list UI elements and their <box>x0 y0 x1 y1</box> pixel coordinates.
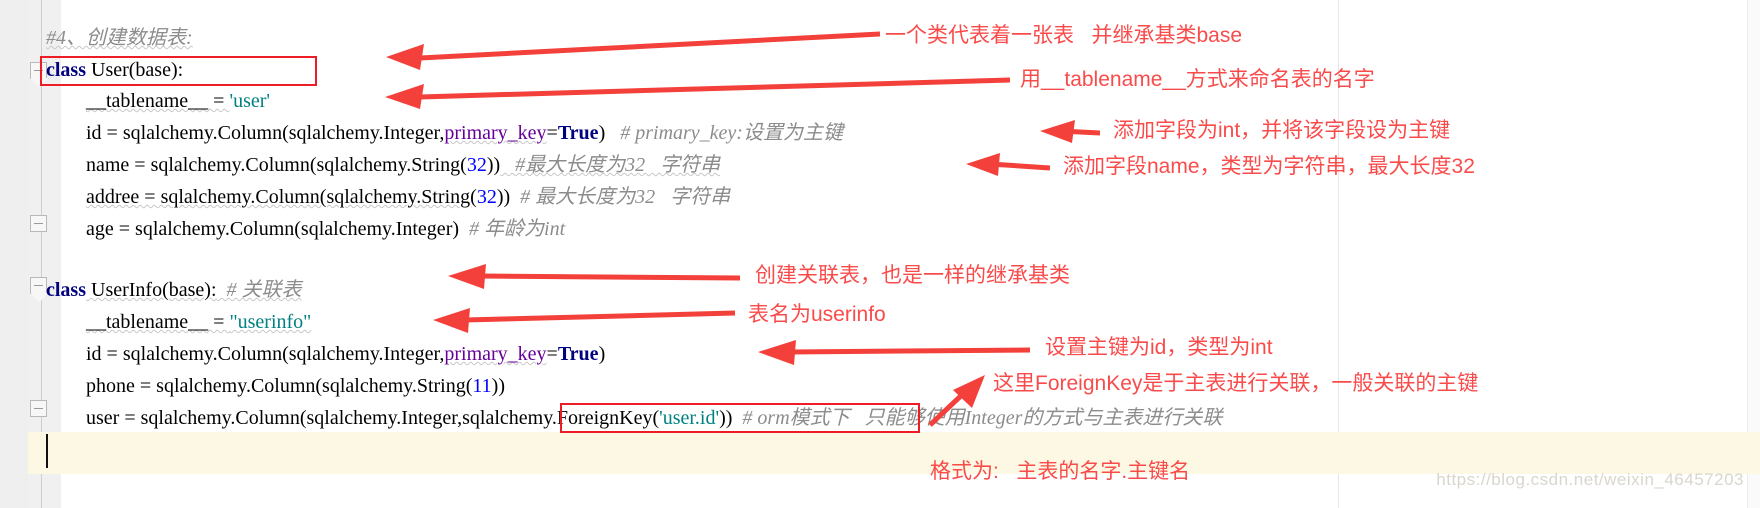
foreignkey-call: sqlalchemy.ForeignKey( <box>462 407 660 429</box>
id-column-call: id = sqlalchemy.Column(sqlalchemy.Intege… <box>86 343 445 365</box>
equals-sign: = <box>546 343 558 365</box>
comment-token: #4、创建数据表: <box>46 27 193 49</box>
age-column-call: age = sqlalchemy.Column(sqlalchemy.Integ… <box>86 218 460 240</box>
annotation-foreignkey: 这里ForeignKey是于主表进行关联，一般关联的主键 <box>993 372 1479 395</box>
annotation-pk-id-int: 设置主键为id，类型为int <box>1045 336 1273 359</box>
code-line-user-addree[interactable]: addree = sqlalchemy.Column(sqlalchemy.St… <box>86 187 730 207</box>
name-column-call: name = sqlalchemy.Column(sqlalchemy.Stri… <box>86 154 467 176</box>
string-userinfo: "userinfo" <box>229 311 312 333</box>
code-line-user-name[interactable]: name = sqlalchemy.Column(sqlalchemy.Stri… <box>86 155 720 175</box>
addree-column-call: addree = sqlalchemy.Column(sqlalchemy.St… <box>86 186 477 208</box>
class-userinfo-signature: UserInfo(base): <box>86 279 217 301</box>
annotation-tablename: 用__tablename__方式来命名表的名字 <box>1020 68 1375 91</box>
string-user: 'user' <box>229 90 270 112</box>
current-line-highlight <box>28 432 1760 474</box>
comment-token: # 关联表 <box>216 279 302 301</box>
fold-marker-class-user[interactable] <box>30 62 47 79</box>
comment-token: # 最大长度为32 字符串 <box>510 186 731 208</box>
bool-true: True <box>557 122 599 144</box>
fold-marker-user-end[interactable] <box>30 215 47 232</box>
editor-gutter <box>0 0 29 508</box>
annotation-id-int-pk: 添加字段为int，并将该字段设为主键 <box>1113 119 1451 142</box>
close-paren: ) <box>598 343 606 365</box>
code-line-user-tablename[interactable]: __tablename__ = 'user' <box>86 91 270 111</box>
phone-column-call: phone = sqlalchemy.Column(sqlalchemy.Str… <box>86 375 473 397</box>
code-line-header-comment[interactable]: #4、创建数据表: <box>46 28 193 48</box>
close-parens: )) <box>719 407 733 429</box>
code-line-user-age[interactable]: age = sqlalchemy.Column(sqlalchemy.Integ… <box>86 219 565 239</box>
code-editor[interactable]: #4、创建数据表: class User(base): __tablename_… <box>0 0 1760 508</box>
text-caret <box>46 434 48 468</box>
code-line-userinfo-id[interactable]: id = sqlalchemy.Column(sqlalchemy.Intege… <box>86 344 605 364</box>
tablename-assign: __tablename__ = <box>86 311 230 333</box>
id-column-call: id = sqlalchemy.Column(sqlalchemy.Intege… <box>86 122 445 144</box>
code-line-userinfo-phone[interactable]: phone = sqlalchemy.Column(sqlalchemy.Str… <box>86 376 505 396</box>
named-arg-primary-key: primary_key <box>444 343 547 365</box>
class-user-signature: User(base): <box>86 59 184 81</box>
named-arg-primary-key: primary_key <box>444 122 547 144</box>
code-line-user-id[interactable]: id = sqlalchemy.Column(sqlalchemy.Intege… <box>86 123 843 143</box>
fold-minus-icon <box>34 223 43 224</box>
comment-token: # 年龄为int <box>459 218 566 240</box>
number-11: 11 <box>472 375 492 397</box>
number-32: 32 <box>476 186 497 208</box>
number-32: 32 <box>466 154 487 176</box>
code-line-userinfo-tablename[interactable]: __tablename__ = "userinfo" <box>86 312 311 332</box>
annotation-name-string: 添加字段name，类型为字符串，最大长度32 <box>1063 155 1475 178</box>
comment-token: #最大长度为32 字符串 <box>500 154 721 176</box>
user-column-call: user = sqlalchemy.Column(sqlalchemy.Inte… <box>86 407 463 429</box>
close-parens: )) <box>491 375 505 397</box>
annotation-related-table: 创建关联表，也是一样的继承基类 <box>755 264 1070 287</box>
fold-minus-icon <box>34 285 43 286</box>
bool-true: True <box>557 343 599 365</box>
string-user-id: 'user.id' <box>659 407 720 429</box>
fold-marker-userinfo-end[interactable] <box>30 400 47 417</box>
code-line-class-user[interactable]: class User(base): <box>46 60 183 80</box>
equals-sign: = <box>546 122 558 144</box>
code-line-userinfo-user[interactable]: user = sqlalchemy.Column(sqlalchemy.Inte… <box>86 408 1222 428</box>
keyword-class: class <box>46 59 86 81</box>
close-parens: )) <box>496 186 511 208</box>
watermark-url: https://blog.csdn.net/weixin_46457203 <box>1436 470 1744 489</box>
fold-minus-icon <box>34 408 43 409</box>
annotation-format: 格式为: 主表的名字.主键名 <box>930 460 1191 483</box>
keyword-class: class <box>46 279 86 301</box>
comment-token: # orm模式下 只能够使用Integer的方式与主表进行关联 <box>732 407 1223 429</box>
annotation-class-table: 一个类代表着一张表 并继承基类base <box>885 24 1243 47</box>
fold-minus-icon <box>34 70 43 71</box>
tablename-assign: __tablename__ = <box>86 90 230 112</box>
comment-token: # primary_key:设置为主键 <box>605 122 843 144</box>
close-parens: )) <box>486 154 501 176</box>
annotation-table-userinfo: 表名为userinfo <box>748 303 886 326</box>
fold-marker-class-userinfo[interactable] <box>30 277 47 294</box>
code-line-class-userinfo[interactable]: class UserInfo(base): # 关联表 <box>46 280 302 300</box>
